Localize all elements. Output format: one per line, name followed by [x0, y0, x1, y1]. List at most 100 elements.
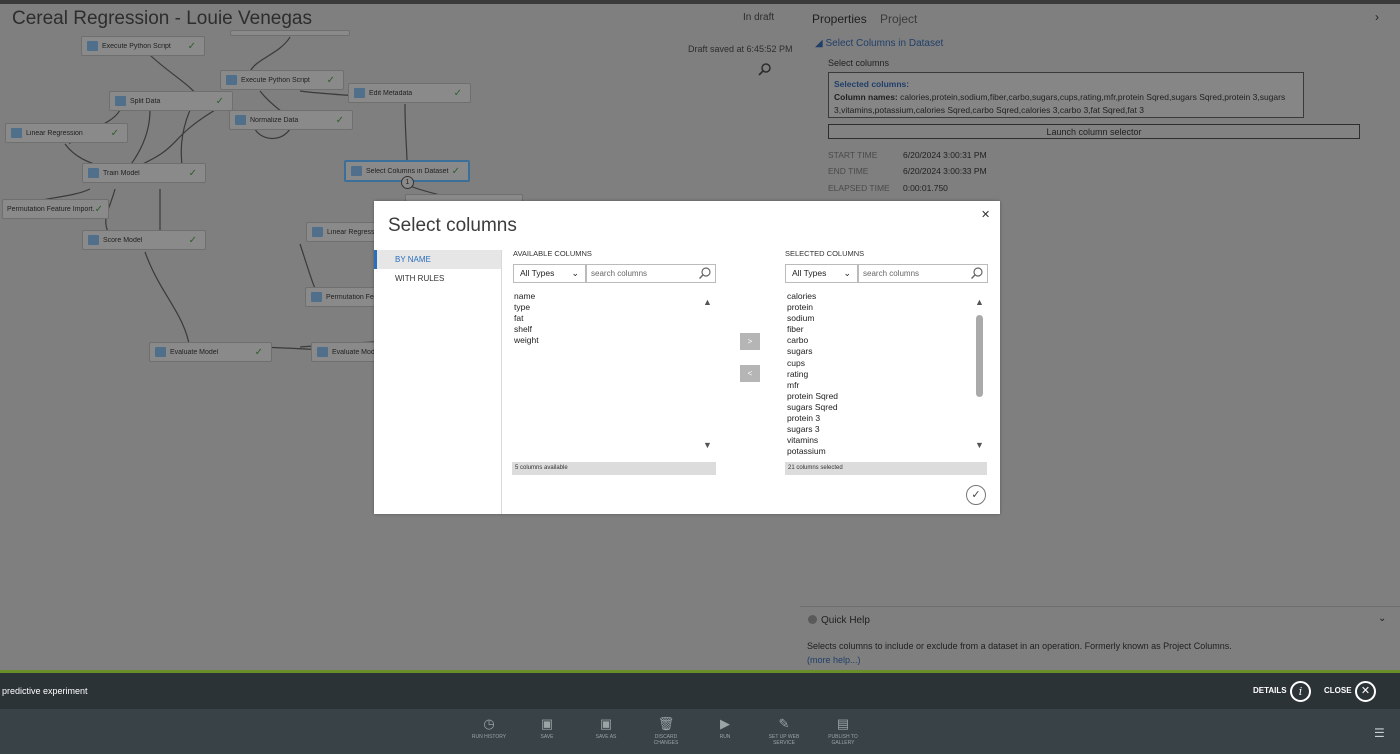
available-type-select[interactable]: All Types ⌄ — [513, 264, 586, 283]
list-item[interactable]: shelf — [514, 324, 714, 335]
checkmark-icon: ✓ — [451, 165, 460, 177]
list-menu-icon[interactable]: ☰ — [1374, 726, 1385, 740]
checkmark-icon: ✓ — [335, 114, 344, 126]
type-select-value: All Types — [792, 268, 827, 278]
node-label: Score Model — [103, 236, 143, 244]
set-up-web-service-button[interactable]: ✎ SET UP WEB SERVICE — [760, 717, 808, 747]
list-item[interactable]: name — [514, 291, 714, 302]
tab-project[interactable]: Project — [880, 12, 917, 26]
list-item[interactable]: mfr — [787, 380, 967, 391]
scroll-up-arrow[interactable]: ▲ — [975, 297, 984, 307]
checkmark-icon: ✓ — [453, 87, 462, 99]
meta-value: 6/20/2024 3:00:31 PM — [903, 150, 987, 160]
save-icon: ▣ — [540, 716, 554, 731]
evaluate-model-icon — [155, 347, 166, 357]
add-column-button[interactable]: > — [740, 333, 760, 350]
meta-value: 6/20/2024 3:00:33 PM — [903, 166, 987, 176]
close-icon[interactable]: ✕ — [981, 208, 990, 221]
selected-columns-count: 21 columns selected — [785, 462, 987, 475]
list-item[interactable]: sodium — [787, 313, 967, 324]
experiment-type-label: predictive experiment — [2, 686, 88, 696]
scroll-up-arrow[interactable]: ▲ — [703, 297, 712, 307]
tab-properties[interactable]: Properties — [812, 12, 867, 26]
available-columns-list: name type fat shelf weight — [514, 291, 714, 456]
selected-type-select[interactable]: All Types ⌄ — [785, 264, 858, 283]
more-help-link[interactable]: (more help...) — [807, 655, 861, 665]
section-header[interactable]: ◢ Select Columns in Dataset — [815, 38, 943, 49]
linear-regression-icon — [11, 128, 22, 138]
checkmark-icon: ✓ — [254, 346, 263, 358]
canvas-node[interactable]: Execute Python Script ✓ — [81, 36, 205, 56]
confirm-checkmark-button[interactable]: ✓ — [966, 485, 986, 505]
list-item[interactable]: calories — [787, 291, 967, 302]
save-as-button[interactable]: ▣ SAVE AS — [582, 717, 630, 741]
canvas-node-partial[interactable] — [230, 30, 350, 36]
scroll-down-arrow[interactable]: ▼ — [975, 440, 984, 450]
list-item[interactable]: weight — [514, 335, 714, 346]
select-columns-dialog: Select columns ✕ BY NAME WITH RULES AVAI… — [374, 201, 1000, 514]
publish-to-gallery-button[interactable]: ▤ PUBLISH TO GALLERY — [819, 717, 867, 747]
node-label: Execute Python Script — [102, 42, 171, 50]
list-item[interactable]: fat — [514, 313, 714, 324]
canvas-node[interactable]: Execute Python Script ✓ — [220, 70, 344, 90]
launch-column-selector-button[interactable]: Launch column selector — [828, 124, 1360, 139]
canvas-node[interactable]: Evaluate Model ✓ — [149, 342, 272, 362]
list-item[interactable]: sugars Sqred — [787, 402, 967, 413]
nav-with-rules[interactable]: WITH RULES — [374, 269, 501, 288]
canvas-node[interactable]: Score Model ✓ — [82, 230, 206, 250]
list-item[interactable]: type — [514, 302, 714, 313]
python-script-icon — [226, 75, 237, 85]
list-item[interactable]: protein 3 — [787, 413, 967, 424]
info-icon[interactable]: i — [1290, 681, 1311, 702]
search-icon[interactable] — [970, 266, 984, 280]
train-model-icon — [88, 168, 99, 178]
list-item[interactable]: potassium — [787, 446, 967, 456]
normalize-data-icon — [235, 115, 246, 125]
save-button[interactable]: ▣ SAVE — [523, 716, 571, 741]
quick-help-header[interactable]: Quick Help — [808, 615, 870, 626]
canvas-node[interactable]: Linear Regression ✓ — [5, 123, 128, 143]
canvas-node[interactable]: Evaluate Model — [311, 342, 379, 362]
available-columns-count: 5 columns available — [512, 462, 716, 475]
canvas-node[interactable]: Split Data ✓ — [109, 91, 233, 111]
list-item[interactable]: protein Sqred — [787, 391, 967, 402]
close-icon[interactable]: ✕ — [1355, 681, 1376, 702]
run-button[interactable]: ▶ RUN — [701, 717, 749, 741]
node-label: Edit Metadata — [369, 89, 413, 97]
output-port-badge[interactable]: 1 — [401, 176, 414, 189]
chevron-right-icon[interactable]: › — [1375, 10, 1379, 24]
list-item[interactable]: carbo — [787, 335, 967, 346]
scroll-down-arrow[interactable]: ▼ — [703, 440, 712, 450]
canvas-node[interactable]: Train Model ✓ — [82, 163, 206, 183]
discard-changes-button[interactable]: 🗑 DISCARD CHANGES — [642, 717, 690, 747]
canvas-node[interactable]: Edit Metadata ✓ — [348, 83, 471, 103]
canvas-node[interactable]: Permutation Feature Import... ✓ — [2, 199, 109, 219]
list-item[interactable]: sugars 3 — [787, 424, 967, 435]
close-label[interactable]: CLOSE — [1324, 686, 1352, 695]
available-search-input[interactable]: search columns — [586, 264, 716, 283]
canvas-node[interactable]: Normalize Data ✓ — [229, 110, 353, 130]
column-names-value: calories,protein,sodium,fiber,carbo,suga… — [834, 92, 1286, 115]
details-label[interactable]: DETAILS — [1253, 686, 1287, 695]
list-item[interactable]: cups — [787, 358, 967, 369]
list-item[interactable]: vitamins — [787, 435, 967, 446]
command-label: PUBLISH TO GALLERY — [828, 734, 858, 746]
selected-search-input[interactable]: search columns — [858, 264, 988, 283]
properties-tabs: Properties Project — [812, 12, 927, 26]
list-item[interactable]: protein — [787, 302, 967, 313]
command-bar: ◷ RUN HISTORY ▣ SAVE ▣ SAVE AS 🗑 DISCARD CHA… — [0, 709, 1400, 754]
list-item[interactable]: fiber — [787, 324, 967, 335]
chevron-down-icon[interactable]: ⌄ — [1378, 613, 1386, 624]
canvas-node[interactable]: Linear Regression — [306, 222, 378, 242]
list-item[interactable]: sugars — [787, 346, 967, 357]
command-label: SET UP WEB SERVICE — [768, 734, 800, 746]
meta-value: 0:00:01.750 — [903, 183, 948, 193]
run-history-button[interactable]: ◷ RUN HISTORY — [465, 717, 513, 741]
search-icon[interactable] — [698, 266, 712, 280]
canvas-node[interactable]: Permutation Feature... — [305, 287, 377, 307]
list-item[interactable]: rating — [787, 369, 967, 380]
remove-column-button[interactable]: < — [740, 365, 760, 382]
quick-help-title: Quick Help — [821, 615, 870, 626]
nav-by-name[interactable]: BY NAME — [374, 250, 501, 269]
scrollbar-thumb[interactable] — [976, 315, 983, 397]
